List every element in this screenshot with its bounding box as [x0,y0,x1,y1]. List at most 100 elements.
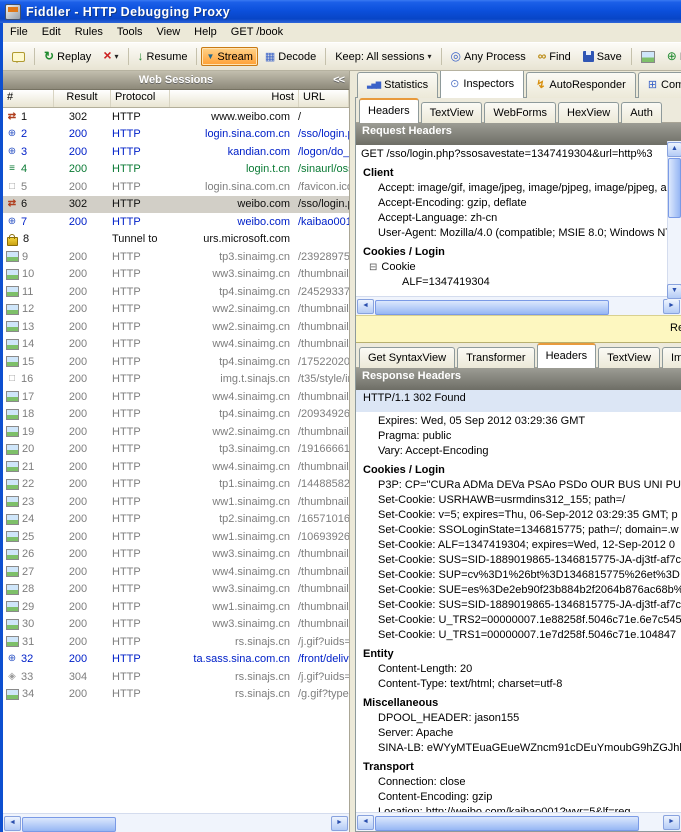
table-row[interactable]: 12200HTTPww2.sinaimg.cn/thumbnail/9234 [3,301,349,319]
request-scroll-thumb[interactable] [668,158,681,218]
table-row[interactable]: 21200HTTPww4.sinaimg.cn/thumbnail/6106 [3,458,349,476]
table-row[interactable]: 2200HTTPlogin.sina.com.cn/sso/login.php?… [3,126,349,144]
response-tab-textview[interactable]: TextView [598,347,660,368]
collapse-panel-button[interactable]: << [333,71,344,89]
scroll-left-arrow-icon[interactable] [357,299,374,314]
scroll-right-arrow-icon[interactable] [663,299,680,314]
menu-item-edit[interactable]: Edit [35,23,68,42]
screenshot-button[interactable] [636,48,660,66]
table-row[interactable]: 34200HTTPrs.sinajs.cn/g.gif?type=1&a [3,686,349,704]
any-process-button[interactable]: Any Process [446,47,531,66]
session-num-cell: 13 [3,321,50,333]
table-row[interactable]: 7200HTTPweibo.com/kaibao001?wvr= [3,213,349,231]
response-tab-headers[interactable]: Headers [537,343,597,368]
table-row[interactable]: 24200HTTPtp2.sinaimg.cn/1657101625/50 [3,511,349,529]
resume-button[interactable]: Resume [133,47,193,66]
table-row[interactable]: 33304HTTPrs.sinajs.cn/j.gif?uids=2072 [3,668,349,686]
scroll-left-arrow-icon[interactable] [4,816,21,831]
comment-button[interactable] [7,49,30,65]
redirect-icon [6,198,18,210]
request-tab-headers[interactable]: Headers [359,98,419,123]
stream-toggle-button[interactable]: Stream [201,47,257,66]
table-row[interactable]: 16200HTTPimg.t.sinajs.cn/t35/style/image [3,371,349,389]
menu-item-get-book[interactable]: GET /book [224,23,290,42]
column-header-url[interactable]: URL [299,90,349,107]
decode-toggle-button[interactable]: Decode [260,48,321,66]
table-row[interactable]: 15200HTTPtp4.sinaimg.cn/1752202027/50 [3,353,349,371]
sessions-horizontal-scrollbar[interactable] [3,813,349,832]
table-row[interactable]: 1302HTTPwww.weibo.com/ [3,108,349,126]
response-scroll-thumb[interactable] [375,816,639,831]
table-row[interactable]: 18200HTTPtp4.sinaimg.cn/2093492691/50 [3,406,349,424]
request-tab-webforms[interactable]: WebForms [484,102,556,123]
request-tab-auth[interactable]: Auth [621,102,662,123]
table-row[interactable]: 6302HTTPweibo.com/sso/login.php?s [3,196,349,214]
table-row[interactable]: 31200HTTPrs.sinajs.cn/j.gif?uids=1421 [3,633,349,651]
replay-button[interactable]: Replay [39,47,96,66]
table-row[interactable]: 5200HTTPlogin.sina.com.cn/favicon.ico [3,178,349,196]
column-header-num[interactable]: # [3,90,54,107]
table-row[interactable]: 20200HTTPtp3.sinaimg.cn/1916666114/50 [3,441,349,459]
tab-inspectors[interactable]: Inspectors [440,71,524,98]
scroll-left-arrow-icon[interactable] [357,815,374,830]
request-tab-hexview[interactable]: HexView [558,102,619,123]
table-row[interactable]: 27200HTTPww4.sinaimg.cn/thumbnail/61e6 [3,563,349,581]
sessions-scroll-thumb[interactable] [22,817,116,832]
column-header-protocol[interactable]: Protocol [111,90,170,107]
column-header-host[interactable]: Host [170,90,299,107]
find-button[interactable]: Find [533,47,576,66]
response-horizontal-scrollbar[interactable] [356,812,681,831]
menu-item-view[interactable]: View [150,23,188,42]
response-encoding-notification[interactable]: Re [356,315,681,343]
scroll-right-arrow-icon[interactable] [663,815,680,830]
table-row[interactable]: 29200HTTPww1.sinaimg.cn/thumbnail/684f [3,598,349,616]
remove-sessions-button[interactable] [98,47,123,66]
table-row[interactable]: 26200HTTPww3.sinaimg.cn/thumbnail/9b62 [3,546,349,564]
response-tab-get-syntaxview[interactable]: Get SyntaxView [359,347,455,368]
title-bar[interactable]: Fiddler - HTTP Debugging Proxy [0,0,681,23]
table-row[interactable]: 13200HTTPww2.sinaimg.cn/thumbnail/8fac [3,318,349,336]
table-row[interactable]: 9200HTTPtp3.sinaimg.cn/2392897554/5 [3,248,349,266]
request-scroll-track-h[interactable] [374,300,663,313]
column-header-result[interactable]: Result [54,90,111,107]
browse-button[interactable]: Br [662,47,681,66]
table-row[interactable]: 8Tunnel tours.microsoft.com [3,231,349,249]
response-tab-transformer[interactable]: Transformer [457,347,535,368]
table-row[interactable]: 19200HTTPww2.sinaimg.cn/thumbnail/6391 [3,423,349,441]
table-row[interactable]: 11200HTTPtp4.sinaimg.cn/2452933723/5 [3,283,349,301]
table-row[interactable]: 3200HTTPkandian.com/logon/do_cross [3,143,349,161]
table-row[interactable]: 28200HTTPww3.sinaimg.cn/thumbnail/56ab [3,581,349,599]
session-number: 6 [21,198,27,210]
keep-sessions-dropdown[interactable]: Keep: All sessions [330,47,436,66]
request-vertical-scrollbar[interactable] [667,141,681,300]
response-scroll-track[interactable] [374,816,663,829]
table-row[interactable]: 30200HTTPww3.sinaimg.cn/thumbnail/624c [3,616,349,634]
scroll-up-arrow-icon[interactable] [667,142,681,157]
session-host: tp4.sinaimg.cn [166,356,294,368]
table-row[interactable]: 23200HTTPww1.sinaimg.cn/thumbnail/93b8 [3,493,349,511]
table-row[interactable]: 4200HTTPlogin.t.cn/sinaurl/oss.json [3,161,349,179]
tab-autoresponder[interactable]: AutoResponder [526,72,636,98]
request-tab-textview[interactable]: TextView [421,102,483,123]
table-row[interactable]: 32200HTTPta.sass.sina.com.cn/front/deliv… [3,651,349,669]
menu-item-rules[interactable]: Rules [68,23,110,42]
save-button[interactable]: Save [578,48,627,66]
tab-statistics[interactable]: Statistics [357,72,438,98]
menu-item-help[interactable]: Help [187,23,224,42]
menu-item-file[interactable]: File [3,23,35,42]
scroll-right-arrow-icon[interactable] [331,816,348,831]
response-tab-im[interactable]: Im [662,347,681,368]
request-scroll-thumb-h[interactable] [375,300,609,315]
sessions-scroll-track[interactable] [21,817,331,830]
menu-item-tools[interactable]: Tools [110,23,150,42]
table-row[interactable]: 14200HTTPww4.sinaimg.cn/thumbnail/6482 [3,336,349,354]
table-row[interactable]: 22200HTTPtp1.sinaimg.cn/1448858232/50 [3,476,349,494]
table-row[interactable]: 17200HTTPww4.sinaimg.cn/thumbnail/6870 [3,388,349,406]
tab-comp[interactable]: Comp [638,72,681,98]
table-row[interactable]: 25200HTTPww1.sinaimg.cn/1069392615/50 [3,528,349,546]
collapse-expander-icon[interactable] [369,261,377,273]
table-row[interactable]: 10200HTTPww3.sinaimg.cn/thumbnail/3feb [3,266,349,284]
request-horizontal-scrollbar[interactable] [356,296,681,315]
session-result: 200 [50,356,106,368]
scroll-down-arrow-icon[interactable] [667,284,681,299]
